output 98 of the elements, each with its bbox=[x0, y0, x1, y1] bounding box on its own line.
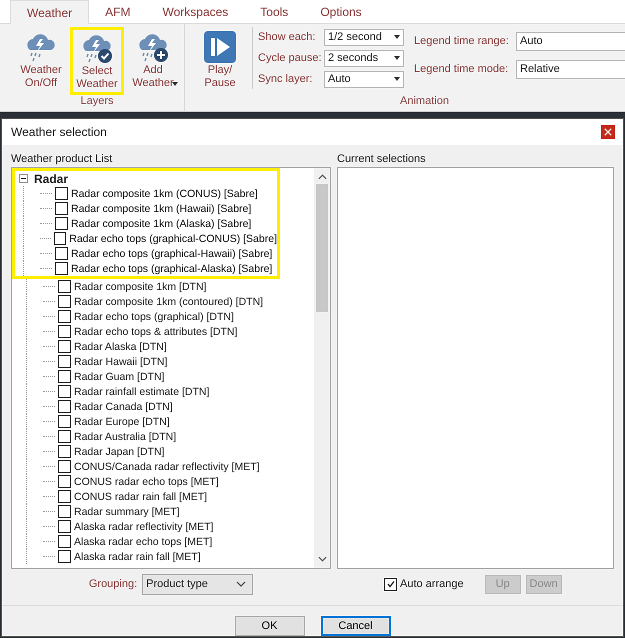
scrollbar-thumb[interactable] bbox=[316, 184, 328, 312]
checkbox[interactable] bbox=[55, 187, 68, 200]
tree-item[interactable]: Alaska radar echo tops [MET] bbox=[74, 536, 212, 548]
setting-label: Show each: bbox=[258, 31, 316, 43]
dropdown-field[interactable]: 1/2 second bbox=[324, 28, 404, 46]
scrollbar[interactable] bbox=[314, 168, 330, 568]
setting-label: Cycle pause: bbox=[258, 52, 320, 64]
chevron-down-icon bbox=[236, 581, 246, 587]
caret-icon bbox=[394, 35, 400, 39]
tree-item[interactable]: Radar rainfall estimate [DTN] bbox=[74, 386, 210, 398]
checkbox[interactable] bbox=[58, 550, 71, 563]
ribbon-button[interactable]: Add Weather bbox=[126, 27, 180, 93]
ribbon-tab[interactable]: Options bbox=[304, 0, 378, 24]
ribbon-tab[interactable]: Weather bbox=[10, 0, 90, 24]
close-button[interactable] bbox=[601, 125, 615, 139]
tree-item[interactable]: Radar summary [MET] bbox=[74, 506, 180, 518]
setting-label: Legend time range: bbox=[414, 35, 510, 47]
tree-item[interactable]: Radar composite 1km (Hawaii) [Sabre] bbox=[71, 202, 252, 214]
checkbox[interactable] bbox=[55, 247, 68, 260]
tree-item[interactable]: CONUS radar echo tops [MET] bbox=[74, 476, 219, 488]
tree-item[interactable]: CONUS radar rain fall [MET] bbox=[74, 490, 208, 502]
checkbox[interactable] bbox=[58, 280, 71, 293]
tree-item[interactable]: Radar echo tops (graphical-Hawaii) [Sabre] bbox=[71, 248, 272, 260]
group-label: Layers bbox=[80, 95, 114, 109]
play-icon bbox=[203, 30, 237, 64]
setting-label: Legend time mode: bbox=[414, 63, 510, 75]
tree-item[interactable]: Radar Hawaii [DTN] bbox=[74, 356, 168, 368]
tree-item[interactable]: Radar Canada [DTN] bbox=[74, 400, 173, 412]
dialog-button[interactable]: OK bbox=[234, 616, 304, 636]
checkbox[interactable] bbox=[384, 578, 397, 590]
checkbox[interactable] bbox=[58, 535, 71, 548]
checkbox[interactable] bbox=[58, 460, 71, 473]
dropdown-field[interactable]: 2 seconds bbox=[324, 50, 404, 66]
dialog-button[interactable]: Cancel bbox=[320, 616, 390, 636]
collapse-icon[interactable] bbox=[19, 174, 28, 183]
ribbon-button[interactable]: Select Weather bbox=[70, 27, 124, 95]
checkbox[interactable] bbox=[58, 490, 71, 503]
grouping-dropdown[interactable]: Product type bbox=[142, 574, 254, 594]
tree-list[interactable] bbox=[11, 167, 331, 569]
checkbox[interactable] bbox=[55, 262, 68, 275]
dialog-title: Weather selection bbox=[11, 125, 107, 139]
ribbon-tab[interactable]: Tools bbox=[244, 0, 304, 24]
tree-item[interactable]: CONUS/Canada radar reflectivity [MET] bbox=[74, 460, 260, 472]
caret-icon bbox=[394, 56, 400, 60]
checkbox[interactable] bbox=[58, 475, 71, 488]
caret-icon bbox=[394, 77, 400, 81]
checkbox[interactable] bbox=[55, 202, 68, 215]
checkbox-label[interactable]: Auto arrange bbox=[400, 578, 464, 590]
checkbox[interactable] bbox=[58, 325, 71, 338]
tree-item[interactable]: Alaska radar reflectivity [MET] bbox=[74, 520, 214, 532]
tree-item[interactable]: Radar composite 1km (CONUS) [Sabre] bbox=[71, 188, 258, 200]
scroll-up-icon[interactable] bbox=[318, 174, 326, 180]
checkbox[interactable] bbox=[58, 400, 71, 413]
panel-label: Current selections bbox=[337, 153, 427, 167]
checkbox[interactable] bbox=[58, 415, 71, 428]
checkbox[interactable] bbox=[58, 445, 71, 458]
scroll-down-icon[interactable] bbox=[318, 556, 326, 562]
tree-item[interactable]: Radar Japan [DTN] bbox=[74, 446, 164, 458]
tree-item[interactable]: Radar echo tops (graphical) [DTN] bbox=[74, 310, 234, 322]
tree-item[interactable]: Radar composite 1km [DTN] bbox=[74, 280, 206, 292]
tree-item[interactable]: Radar echo tops (graphical-CONUS) [Sabre] bbox=[69, 232, 277, 244]
tree-item[interactable]: Radar Australia [DTN] bbox=[74, 430, 176, 442]
tree-group-label[interactable]: Radar bbox=[34, 172, 68, 186]
play-pause-button[interactable]: Play/ Pause bbox=[193, 27, 247, 93]
input-field[interactable]: Relative bbox=[516, 60, 625, 78]
ribbon-button[interactable]: Weather On/Off bbox=[14, 27, 68, 93]
checkbox[interactable] bbox=[58, 520, 71, 533]
check-icon bbox=[386, 579, 396, 589]
tree-item[interactable]: Radar composite 1km (contoured) [DTN] bbox=[74, 296, 264, 308]
tree-item[interactable]: Radar Alaska [DTN] bbox=[74, 340, 167, 352]
checkbox[interactable] bbox=[58, 385, 71, 398]
tree-item[interactable]: Radar composite 1km (Alaska) [Sabre] bbox=[71, 218, 252, 230]
group-label: Animation bbox=[400, 95, 449, 109]
button-label: Add Weather bbox=[131, 64, 175, 90]
input-field[interactable]: Auto bbox=[516, 32, 625, 50]
ribbon-tab[interactable]: AFM bbox=[89, 0, 146, 24]
tree-item[interactable]: Radar Europe [DTN] bbox=[74, 416, 170, 428]
tree-item[interactable]: Radar Guam [DTN] bbox=[74, 370, 164, 382]
grouping-label: Grouping: bbox=[88, 578, 138, 590]
button-label: Weather On/Off bbox=[19, 64, 63, 90]
checkbox[interactable] bbox=[58, 505, 71, 518]
close-icon bbox=[604, 128, 612, 136]
tree-item[interactable]: Radar echo tops & attributes [DTN] bbox=[74, 326, 238, 338]
checkbox[interactable] bbox=[58, 370, 71, 383]
panel-label: Weather product List bbox=[11, 153, 114, 167]
ribbon-tab[interactable]: Workspaces bbox=[146, 0, 244, 24]
checkbox[interactable] bbox=[58, 340, 71, 353]
checkbox[interactable] bbox=[58, 355, 71, 368]
tree-item[interactable]: Alaska radar rain fall [MET] bbox=[74, 550, 201, 562]
setting-label: Sync layer: bbox=[258, 73, 314, 85]
tree-item[interactable]: Radar echo tops (graphical-Alaska) [Sabre] bbox=[71, 262, 272, 274]
checkbox[interactable] bbox=[54, 232, 66, 245]
button-label: Select Weather bbox=[76, 65, 118, 91]
dropdown-field[interactable]: Auto bbox=[324, 70, 404, 88]
checkbox[interactable] bbox=[58, 295, 71, 308]
checkbox[interactable] bbox=[55, 217, 68, 230]
checkbox[interactable] bbox=[58, 310, 71, 323]
checkbox[interactable] bbox=[58, 430, 71, 443]
